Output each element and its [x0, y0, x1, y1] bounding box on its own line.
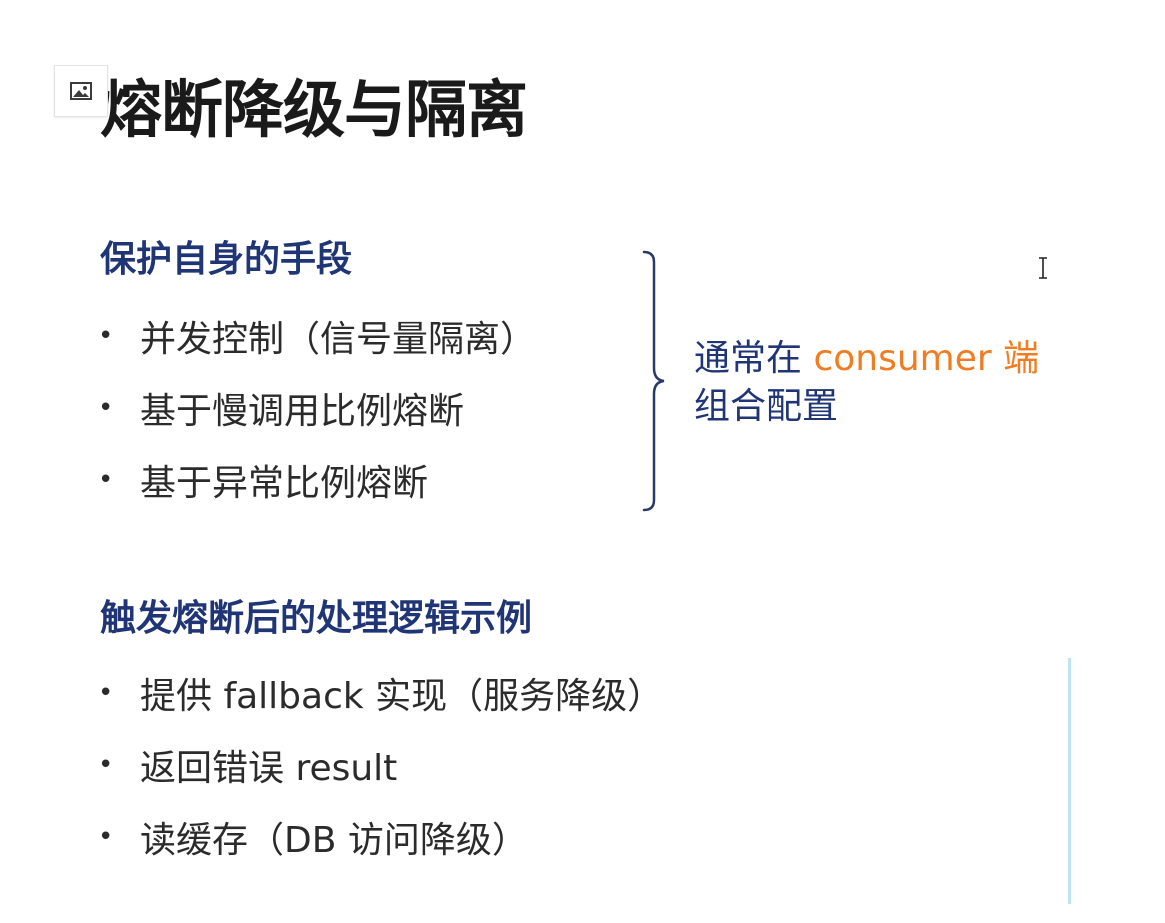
bullet-icon: • [98, 321, 114, 351]
image-icon[interactable] [54, 65, 108, 117]
bullet-icon: • [98, 465, 114, 495]
list-item-text: 返回错误 result [140, 748, 398, 789]
vertical-divider [1068, 658, 1071, 904]
brace-note: 通常在 consumer 端 组合配置 [694, 335, 1039, 431]
note-line-1: 通常在 consumer 端 [694, 335, 1039, 383]
image-icon-glyph [70, 82, 92, 100]
bullet-icon: • [98, 750, 114, 780]
note-prefix: 通常在 [694, 338, 814, 379]
section-heading-fallback-logic: 触发熔断后的处理逻辑示例 [100, 598, 533, 639]
list-item-text: 提供 fallback 实现（服务降级） [140, 676, 664, 717]
list-item: • 读缓存（DB 访问降级） [98, 801, 663, 873]
list-item-text: 读缓存（DB 访问降级） [140, 820, 528, 861]
fallback-logic-list: • 提供 fallback 实现（服务降级） • 返回错误 result • 读… [98, 657, 663, 873]
bullet-icon: • [98, 393, 114, 423]
slide-title: 熔断降级与隔离 [100, 73, 528, 146]
list-item-text: 基于慢调用比例熔断 [140, 391, 465, 432]
list-item: • 基于慢调用比例熔断 [98, 372, 536, 444]
list-item: • 基于异常比例熔断 [98, 444, 536, 516]
list-item: • 提供 fallback 实现（服务降级） [98, 657, 663, 729]
self-protection-list: • 并发控制（信号量隔离） • 基于慢调用比例熔断 • 基于异常比例熔断 [98, 300, 536, 516]
list-item: • 并发控制（信号量隔离） [98, 300, 536, 372]
bullet-icon: • [98, 678, 114, 708]
bullet-icon: • [98, 822, 114, 852]
note-line-2: 组合配置 [694, 386, 839, 427]
list-item-text: 基于异常比例熔断 [140, 463, 429, 504]
text-cursor-icon [1039, 257, 1047, 279]
list-item: • 返回错误 result [98, 729, 663, 801]
list-item-text: 并发控制（信号量隔离） [140, 319, 537, 360]
section-heading-self-protection: 保护自身的手段 [100, 239, 353, 280]
right-brace [642, 250, 665, 512]
slide: 熔断降级与隔离 保护自身的手段 • 并发控制（信号量隔离） • 基于慢调用比例熔… [0, 0, 1165, 923]
note-accent: consumer 端 [813, 338, 1040, 379]
